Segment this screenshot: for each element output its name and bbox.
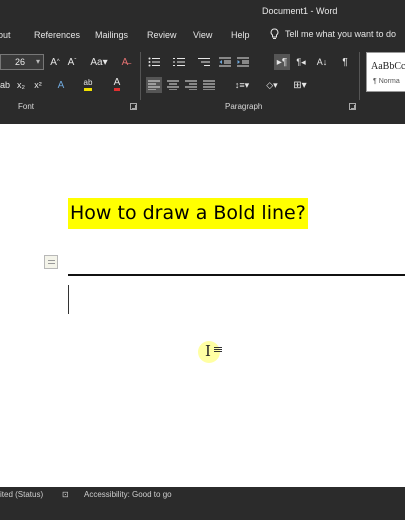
tell-me-label: Tell me what you want to do [285,29,397,39]
grow-font-icon[interactable]: A ^ [48,55,62,69]
font-size-value: 26 [15,57,26,67]
tab-references[interactable]: References [34,30,80,40]
ibeam-cursor-icon: I [205,342,211,360]
align-left-icon[interactable] [146,77,162,93]
clear-formatting-icon[interactable]: A̶ [118,55,132,69]
change-case-icon[interactable]: Aa▾ [88,55,110,69]
tab-view[interactable]: View [193,30,212,40]
increase-indent-icon[interactable] [236,55,250,69]
tab-review[interactable]: Review [147,30,177,40]
group-divider [359,52,360,100]
multilevel-list-icon[interactable] [197,55,211,69]
subscript-icon[interactable]: x₂ [14,78,28,92]
paragraph-dialog-launcher[interactable] [349,103,356,110]
show-marks-icon[interactable]: ¶ [338,55,352,69]
center-icon[interactable] [166,78,180,92]
click-and-type-icon [214,347,222,348]
lightbulb-icon [270,28,279,39]
sort-icon[interactable]: A↓ [315,55,329,69]
tab-layout[interactable]: out [0,30,11,40]
bullets-icon[interactable] [147,55,161,69]
accessibility-status[interactable]: Accessibility: Good to go [84,490,172,499]
rtl-icon[interactable]: ¶◂ [294,55,308,69]
document-page[interactable]: How to draw a Bold line? I [0,124,405,487]
ribbon: Document1 - Word out References Mailings… [0,0,405,124]
numbering-icon[interactable] [172,55,186,69]
tab-mailings[interactable]: Mailings [95,30,128,40]
tab-help[interactable]: Help [231,30,250,40]
decrease-indent-icon[interactable] [218,55,232,69]
ltr-icon[interactable]: ▸¶ [274,54,290,70]
chevron-down-icon: ▾ [35,57,40,66]
font-group-label: Font [18,102,35,111]
font-size-box[interactable]: 26 ▾ [0,54,44,70]
paragraph-group-label: Paragraph [225,102,263,111]
status-bar: ited (Status) ⊡ Accessibility: Good to g… [0,487,405,520]
shrink-font-icon[interactable]: Aˇ [65,55,79,69]
status-left-text: ited (Status) [0,490,44,499]
style-normal-label: ¶ Norma [373,78,400,85]
text-effects-icon[interactable]: A [54,78,68,92]
font-dialog-launcher[interactable] [130,103,137,110]
document-heading[interactable]: How to draw a Bold line? [68,198,308,229]
strikethrough-icon[interactable]: ab [0,78,12,92]
paste-options-icon[interactable] [44,255,58,269]
bold-horizontal-line [68,274,405,276]
text-caret [68,285,69,314]
line-spacing-icon[interactable]: ↕≡▾ [232,78,252,92]
superscript-icon[interactable]: x² [31,78,45,92]
align-right-icon[interactable] [184,78,198,92]
font-color-icon[interactable]: A [110,77,124,91]
shading-icon[interactable]: ◇▾ [262,78,282,92]
spelling-icon[interactable]: ⊡ [62,490,69,499]
group-divider [140,52,141,100]
style-preview: AaBbCc [371,61,405,72]
style-normal[interactable]: AaBbCc ¶ Norma [366,52,405,92]
justify-icon[interactable] [202,78,216,92]
window-title: Document1 - Word [262,6,338,16]
highlight-icon[interactable]: ab [80,77,96,91]
borders-icon[interactable]: ⊞▾ [290,78,310,92]
tell-me-search[interactable]: Tell me what you want to do [270,28,396,40]
